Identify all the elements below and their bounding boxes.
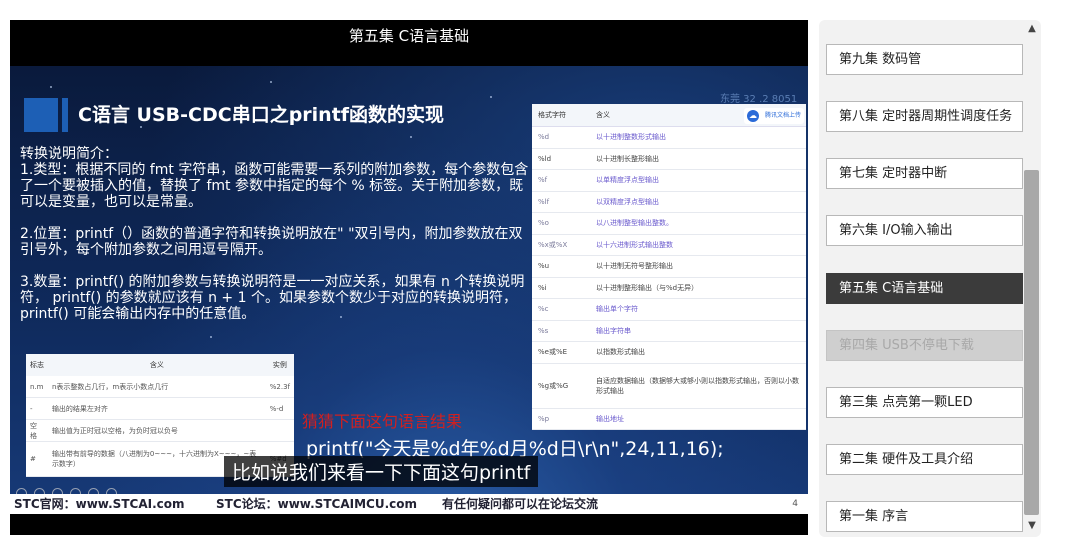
doc-upload-label: 腾讯文档上传 [764,112,801,119]
table-header: 格式字符 [532,104,590,127]
guess-prompt: 猜猜下面这句语言结果 [302,412,463,431]
flag-meaning: n表示整数占几行，m表示小数点几行 [47,376,266,398]
flag-example [265,419,294,442]
table-header: 实例 [265,354,294,376]
slide-body: 转换说明简介： 1.类型：根据不同的 fmt 字符串，函数可能需要一系列的附加参… [20,146,530,338]
footer-forum: STC论坛：www.STCAIMCU.com [216,497,417,511]
slide-footer: STC官网：www.STCAI.com STC论坛：www.STCAIMCU.c… [10,494,808,514]
format-meaning: 以指数形式输出 [590,341,806,364]
episode-item[interactable]: 第八集 定时器周期性调度任务 [826,101,1023,132]
table-row: %s 输出字符串 [532,320,806,342]
slide: C语言 USB-CDC串口之printf函数的实现 东莞 32 .2 8051 … [10,66,808,514]
format-meaning: 以十进制长整形输出 [590,148,806,170]
table-row: %ld 以十进制长整形输出 [532,148,806,170]
episode-item[interactable]: 第三集 点亮第一颗LED [826,387,1023,418]
table-row: %p 输出地址 [532,408,806,430]
format-meaning: 自适应数据输出（数据够大或够小则以指数形式输出，否则以小数形式输出 [590,363,806,409]
format-meaning: 输出单个字符 [590,298,806,321]
episode-item[interactable]: 第一集 序言 [826,501,1023,532]
format-spec: %u [532,255,590,278]
scrollbar-thumb[interactable] [1024,170,1039,515]
slide-intro: 转换说明简介： [20,146,118,162]
format-char-table: 格式字符 含义 %d 以十进制整数形式输出 %ld 以十进制长整形输出 %f 以单精度… [532,104,806,430]
table-row: %d 以十进制整数形式输出 [532,126,806,149]
table-header: 含义 [47,354,266,376]
footer-note: 有任何疑问都可以在论坛交流 [442,497,599,511]
video-title: 第五集 C语言基础 [10,20,808,60]
format-meaning: 以单精度浮点型输出 [590,169,806,192]
flag-example: %-d [265,397,294,420]
episode-item-disabled: 第四集 USB不停电下载 [826,330,1023,361]
flag-meaning: 输出值为正时冠以空格，为负时冠以负号 [47,419,266,442]
table-row: %f 以单精度浮点型输出 [532,169,806,192]
video-subtitle: 比如说我们来看一下下面这句printf [224,456,539,487]
format-meaning: 以十进制整形输出（与%d无异） [590,277,806,299]
format-meaning: 以双精度浮点型输出 [590,191,806,213]
playlist-scrollbar[interactable]: ▲ ▼ [1022,20,1041,537]
format-spec: %i [532,277,590,299]
episode-playlist: 第九集 数码管 第八集 定时器周期性调度任务 第七集 定时器中断 第六集 I/O… [819,20,1041,537]
format-meaning: 以十进制无符号整形输出 [590,255,806,278]
episode-item-active[interactable]: 第五集 C语言基础 [826,273,1023,304]
table-row: %x或%X 以十六进制形式输出整数 [532,234,806,256]
table-row: %c 输出单个字符 [532,298,806,321]
slide-title: C语言 USB-CDC串口之printf函数的实现 [78,104,445,126]
episode-item[interactable]: 第九集 数码管 [826,44,1023,75]
video-player[interactable]: 第五集 C语言基础 C语言 USB-CDC串口之printf函数的实现 东莞 3… [10,20,808,535]
episode-item[interactable]: 第七集 定时器中断 [826,158,1023,189]
format-spec: %s [532,320,590,342]
table-row: n.m n表示整数占几行，m表示小数点几行 %2.3f [26,376,294,398]
format-spec: %c [532,298,590,321]
format-meaning: 以八进制整型输出整数。 [590,212,806,235]
flag-symbol: # [26,441,48,477]
format-spec: %d [532,126,590,149]
flag-symbol: 空格 [26,419,48,442]
title-decoration [24,98,58,132]
table-row: - 输出的结果左对齐 %-d [26,397,294,420]
chevron-down-icon[interactable]: ▼ [1025,519,1039,533]
episode-item[interactable]: 第二集 硬件及工具介绍 [826,444,1023,475]
flag-example: %2.3f [265,376,294,398]
table-row: %lf 以双精度浮点型输出 [532,191,806,213]
format-meaning: 输出地址 [590,408,806,430]
slide-watermark: 东莞 32 .2 8051 [720,94,798,105]
cloud-icon: ☁ [747,110,759,122]
flag-symbol: n.m [26,376,48,398]
slide-point-position: 2.位置：printf（）函数的普通字符和转换说明放在" "双引号内，附加参数放… [20,226,523,258]
flag-meaning: 输出的结果左对齐 [47,397,266,420]
doc-upload-badge[interactable]: ☁ 腾讯文档上传 [744,108,804,124]
format-meaning: 以十六进制形式输出整数 [590,234,806,256]
format-meaning: 输出字符串 [590,320,806,342]
format-spec: %g或%G [532,363,590,409]
chevron-up-icon[interactable]: ▲ [1025,22,1039,36]
format-spec: %lf [532,191,590,213]
format-spec: %o [532,212,590,235]
slide-point-count: 3.数量：printf() 的附加参数与转换说明符是一一对应关系，如果有 n 个… [20,274,525,322]
format-spec: %f [532,169,590,192]
table-row: %g或%G 自适应数据输出（数据够大或够小则以指数形式输出，否则以小数形式输出 [532,363,806,409]
footer-site: STC官网：www.STCAI.com [14,497,185,511]
flag-symbol: - [26,397,48,420]
format-spec: %p [532,408,590,430]
slide-page-number: 4 [792,499,798,509]
episode-item[interactable]: 第六集 I/O输入输出 [826,215,1023,246]
table-header: 标志 [26,354,48,376]
table-row: %u 以十进制无符号整形输出 [532,255,806,278]
format-meaning: 以十进制整数形式输出 [590,126,806,149]
title-decoration-bar [62,98,68,132]
format-spec: %e或%E [532,341,590,364]
table-row: %o 以八进制整型输出整数。 [532,212,806,235]
format-spec: %ld [532,148,590,170]
slide-point-type: 1.类型：根据不同的 fmt 字符串，函数可能需要一系列的附加参数，每个参数包含… [20,162,529,210]
table-row: 空格 输出值为正时冠以空格，为负时冠以负号 [26,419,294,442]
table-row: %e或%E 以指数形式输出 [532,341,806,364]
format-spec: %x或%X [532,234,590,256]
table-row: %i 以十进制整形输出（与%d无异） [532,277,806,299]
